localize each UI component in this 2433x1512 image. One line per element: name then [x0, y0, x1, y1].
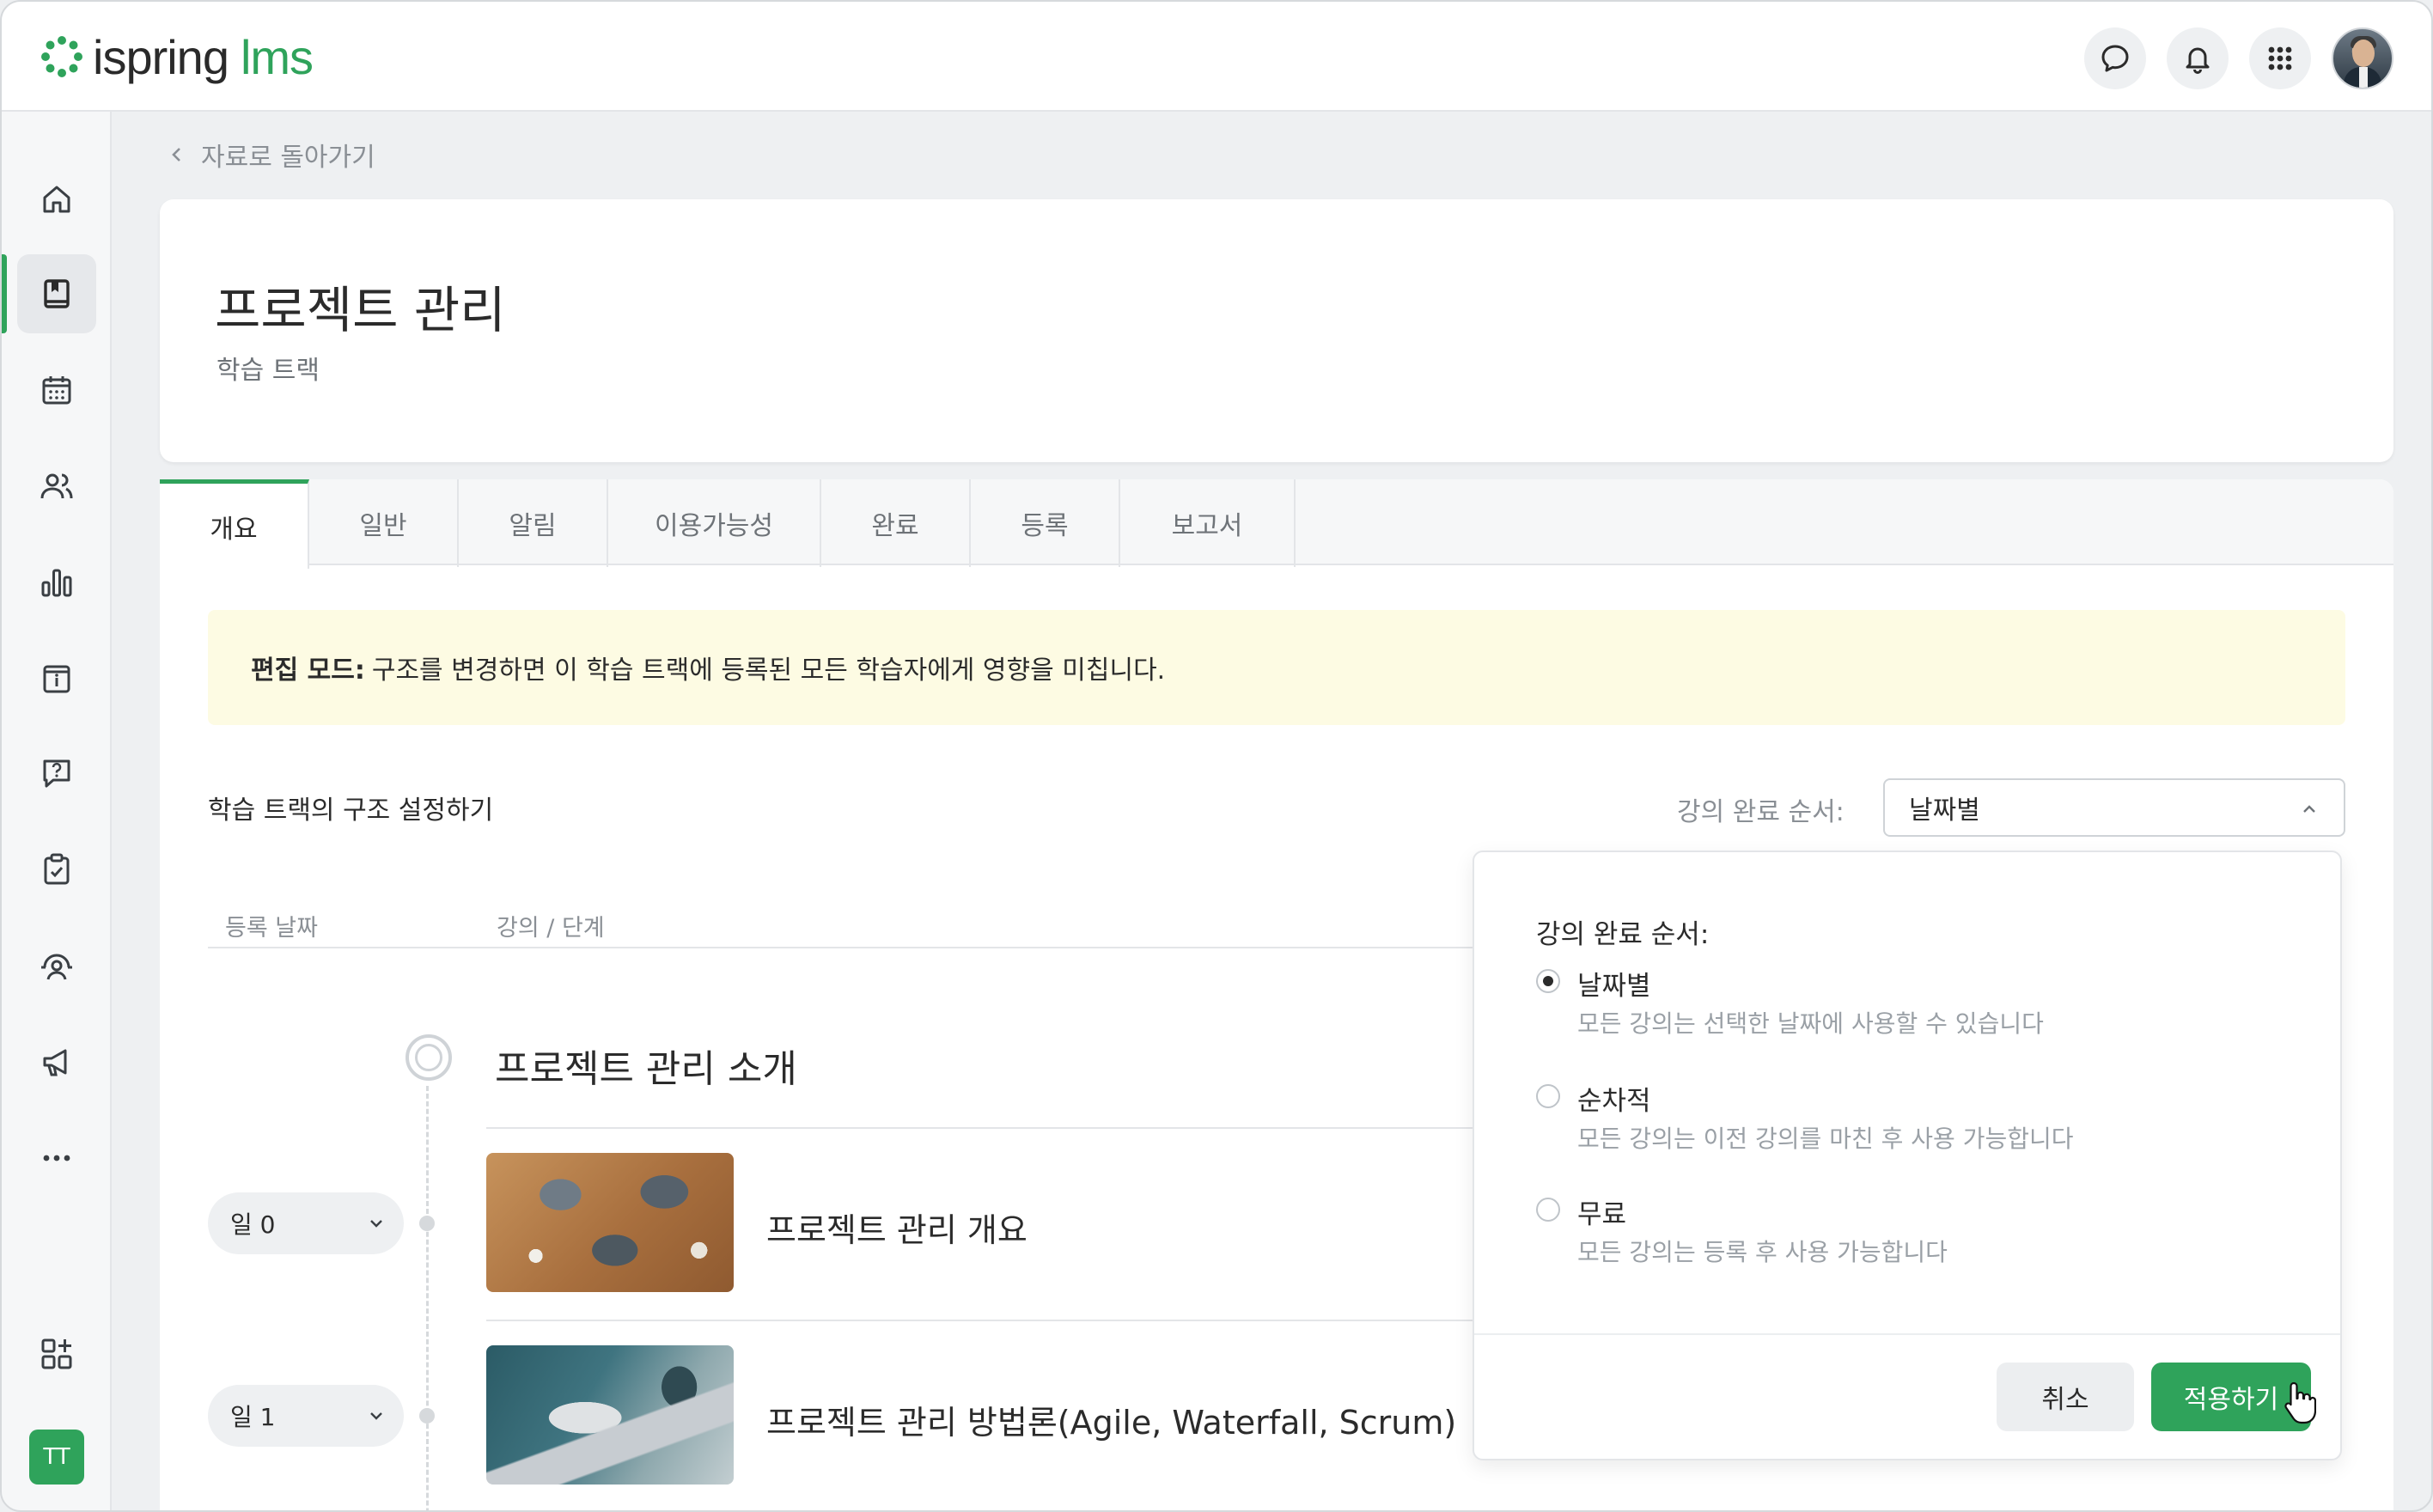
tab-availability[interactable]: 이용가능성 — [608, 479, 821, 567]
courses-icon — [44, 279, 70, 308]
chevron-down-icon — [370, 1412, 382, 1420]
tab-notifications[interactable]: 알림 — [459, 479, 608, 567]
notice-bold: 편집 모드: — [251, 655, 365, 686]
order-select[interactable]: 날짜별 — [1883, 778, 2345, 837]
radio-sequential[interactable] — [1536, 1084, 1560, 1108]
add-widget-icon — [41, 1338, 72, 1369]
order-dropdown-panel: 강의 완료 순서: 날짜별 모든 강의는 선택한 날짜에 사용할 수 있습니다 … — [1473, 850, 2342, 1460]
hand-cursor-icon — [2284, 1381, 2316, 1424]
day-select-value: 일 1 — [230, 1403, 276, 1431]
chevron-left-icon — [172, 148, 180, 162]
tab-enrollment[interactable]: 등록 — [971, 479, 1120, 567]
sidebar-item-announcements[interactable] — [17, 1022, 96, 1101]
panel-divider — [1474, 1333, 2340, 1335]
column-divider — [208, 947, 1531, 948]
tab-reports[interactable]: 보고서 — [1120, 479, 1296, 567]
chat-button[interactable] — [2084, 27, 2146, 89]
sidebar-item-users[interactable] — [17, 447, 96, 526]
apps-grid-icon — [2268, 46, 2292, 70]
sidebar-item-support[interactable] — [17, 926, 96, 1005]
chat-icon — [2101, 45, 2129, 72]
order-select-value: 날짜별 — [1909, 796, 1980, 826]
user-initials-badge[interactable]: TT — [29, 1430, 84, 1485]
notifications-button[interactable] — [2167, 27, 2229, 89]
edit-mode-notice: 편집 모드: 구조를 변경하면 이 학습 트랙에 등록된 모든 학습자에게 영향… — [208, 610, 2345, 725]
help-icon — [43, 759, 70, 788]
option-description: 모든 강의는 등록 후 사용 가능합니다 — [1577, 1238, 1948, 1266]
tab-completion[interactable]: 완료 — [821, 479, 971, 567]
sidebar-item-home[interactable] — [17, 160, 96, 239]
sidebar: TT — [2, 112, 112, 1510]
tab-general[interactable]: 일반 — [309, 479, 459, 567]
course-title[interactable]: 프로젝트 관리 개요 — [766, 1204, 1027, 1251]
announcements-icon — [43, 1049, 67, 1076]
logo[interactable]: ispring lms — [40, 29, 314, 84]
sidebar-item-help[interactable] — [17, 734, 96, 813]
tab-overview[interactable]: 개요 — [160, 479, 309, 569]
structure-label: 학습 트랙의 구조 설정하기 — [208, 796, 494, 826]
notice-text: 구조를 변경하면 이 학습 트랙에 등록된 모든 학습자에게 영향을 미칩니다. — [371, 655, 1166, 686]
day-select[interactable]: 일 0 — [208, 1192, 404, 1254]
top-header: ispring lms — [2, 2, 2431, 112]
tab-bar: 개요 일반 알림 이용가능성 완료 등록 보고서 — [160, 479, 2393, 569]
app-window: ispring lms TT 자료로 돌아가기 프로젝트 관리 학습 트랙 개요… — [0, 0, 2433, 1512]
radio-free[interactable] — [1536, 1198, 1560, 1222]
sidebar-item-more[interactable] — [17, 1119, 96, 1198]
chevron-down-icon — [370, 1220, 382, 1228]
back-link[interactable]: 자료로 돌아가기 — [165, 136, 375, 174]
column-course: 강의 / 단계 — [497, 915, 605, 942]
sidebar-item-tasks[interactable] — [17, 830, 96, 909]
option-label: 날짜별 — [1577, 971, 1651, 1002]
stage-title[interactable]: 프로젝트 관리 소개 — [495, 1038, 797, 1093]
course-title[interactable]: 프로젝트 관리 방법론(Agile, Waterfall, Scrum) — [766, 1396, 1456, 1443]
page-subtitle: 학습 트랙 — [216, 356, 320, 386]
panel-title: 강의 완료 순서: — [1536, 919, 1710, 950]
cancel-button[interactable]: 취소 — [1997, 1363, 2134, 1431]
sidebar-item-reports[interactable] — [17, 543, 96, 622]
apps-button[interactable] — [2249, 27, 2311, 89]
radio-by-date[interactable] — [1536, 969, 1560, 993]
day-select-value: 일 0 — [230, 1210, 276, 1239]
page-title: 프로젝트 관리 — [215, 281, 506, 339]
title-card: 프로젝트 관리 학습 트랙 — [160, 199, 2393, 462]
sidebar-item-add-widget[interactable] — [17, 1314, 96, 1393]
order-label: 강의 완료 순서: — [1677, 797, 1845, 827]
option-description: 모든 강의는 이전 강의를 마친 후 사용 가능합니다 — [1577, 1125, 2074, 1153]
column-date: 등록 날짜 — [225, 915, 318, 942]
option-label: 무료 — [1577, 1199, 1627, 1230]
timeline-node — [419, 1408, 435, 1424]
row-divider — [486, 1127, 1534, 1129]
timeline-line — [426, 1086, 429, 1510]
logo-text: ispring lms — [93, 29, 314, 84]
timeline-node — [419, 1216, 435, 1231]
reports-icon — [41, 569, 72, 597]
option-description: 모든 강의는 선택한 날짜에 사용할 수 있습니다 — [1577, 1009, 2044, 1038]
user-avatar[interactable] — [2332, 27, 2393, 89]
home-icon — [43, 186, 70, 213]
chevron-up-icon — [2303, 805, 2315, 813]
users-icon — [40, 473, 73, 499]
course-thumbnail[interactable] — [486, 1345, 734, 1485]
logo-icon — [41, 36, 82, 77]
tasks-icon — [44, 853, 70, 885]
info-icon — [43, 665, 70, 693]
more-icon — [43, 1155, 70, 1161]
back-link-label: 자료로 돌아가기 — [201, 143, 375, 173]
stage-marker — [406, 1034, 452, 1081]
bell-icon — [2186, 47, 2210, 74]
sidebar-item-courses[interactable] — [2, 254, 96, 333]
day-select[interactable]: 일 1 — [208, 1385, 404, 1447]
row-divider — [486, 1320, 1534, 1321]
calendar-icon — [42, 376, 71, 405]
sidebar-item-info[interactable] — [17, 639, 96, 718]
course-thumbnail[interactable] — [486, 1153, 734, 1292]
option-label: 순차적 — [1577, 1086, 1651, 1117]
sidebar-item-calendar[interactable] — [17, 351, 96, 430]
support-icon — [41, 954, 72, 980]
